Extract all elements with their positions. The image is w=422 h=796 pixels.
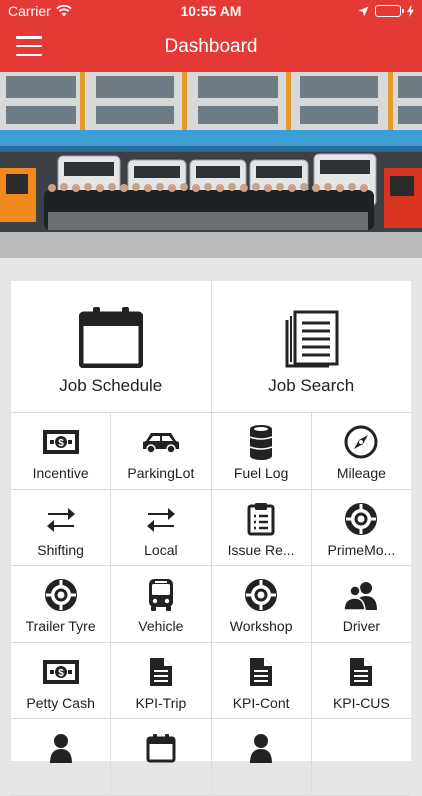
issue-report-label: Issue Re... — [227, 541, 295, 558]
svg-text:$: $ — [58, 668, 64, 679]
nav-bar: Dashboard — [0, 22, 422, 72]
kpi-cont-button[interactable]: KPI-Cont — [210, 642, 311, 718]
tile-row: Shifting Local Issue Re... PrimeMo... — [11, 489, 411, 566]
document-icon — [249, 655, 273, 689]
user-icon — [249, 731, 273, 765]
compass-icon — [344, 425, 378, 459]
tile-row: Trailer Tyre Vehicle Workshop Driver — [11, 566, 411, 643]
trailer-tyre-button[interactable]: Trailer Tyre — [11, 566, 110, 642]
primemover-button[interactable]: PrimeMo... — [310, 489, 411, 565]
shifting-button[interactable]: Shifting — [11, 490, 110, 566]
status-bar: Carrier 10:55 AM — [0, 0, 422, 22]
battery-icon — [375, 5, 404, 17]
document-list-icon — [283, 310, 339, 368]
hero-banner-image — [0, 72, 422, 258]
users-icon — [343, 578, 379, 612]
incentive-button[interactable]: $ Incentive — [11, 413, 110, 489]
kpi-trip-button[interactable]: KPI-Trip — [110, 642, 210, 718]
petty-cash-label: Petty Cash — [26, 694, 95, 711]
mileage-label: Mileage — [336, 465, 386, 481]
local-label: Local — [144, 541, 178, 558]
job-search-label: Job Search — [268, 376, 355, 395]
tile-row: $ Incentive ParkingLot Fuel Log Mileage — [11, 413, 411, 490]
tile-button-calendar[interactable] — [110, 719, 210, 795]
vehicle-button[interactable]: Vehicle — [110, 566, 210, 642]
user-icon — [49, 731, 73, 765]
local-button[interactable]: Local — [110, 489, 210, 565]
vehicle-label: Vehicle — [138, 618, 184, 634]
tyre-icon — [344, 502, 378, 536]
workshop-button[interactable]: Workshop — [210, 566, 311, 642]
trailer-tyre-label: Trailer Tyre — [25, 618, 96, 634]
fuel-barrel-icon — [248, 425, 274, 460]
primemover-label: PrimeMo... — [327, 541, 396, 558]
fuel-log-button[interactable]: Fuel Log — [210, 413, 311, 489]
mileage-button[interactable]: Mileage — [310, 413, 411, 489]
page-title: Dashboard — [164, 36, 258, 57]
kpi-trip-label: KPI-Trip — [135, 694, 187, 711]
hamburger-menu-button[interactable] — [16, 36, 42, 56]
dashboard-grid: Job Schedule Job Search $ Incentive Park… — [11, 281, 411, 796]
hamburger-icon-line — [16, 53, 42, 56]
job-search-button[interactable]: Job Search — [210, 281, 412, 412]
tyre-icon — [244, 578, 278, 612]
swap-arrows-icon — [146, 502, 176, 536]
tyre-icon — [44, 578, 78, 612]
location-arrow-icon — [358, 6, 369, 17]
swap-arrows-icon — [46, 502, 76, 536]
document-icon — [149, 655, 173, 689]
driver-button[interactable]: Driver — [310, 566, 411, 642]
tile-button-user[interactable] — [11, 719, 110, 795]
clipboard-icon — [247, 502, 275, 536]
cash-icon: $ — [42, 655, 80, 689]
svg-text:$: $ — [58, 438, 64, 449]
tile-row: $ Petty Cash KPI-Trip KPI-Cont KPI-CUS — [11, 642, 411, 719]
wifi-icon — [56, 5, 72, 17]
incentive-label: Incentive — [32, 465, 89, 481]
cash-icon: $ — [42, 425, 80, 459]
carrier-label: Carrier — [8, 3, 51, 19]
job-schedule-button[interactable]: Job Schedule — [11, 281, 211, 412]
car-icon — [142, 425, 180, 459]
tile-button-user[interactable] — [210, 719, 311, 795]
kpi-cont-label: KPI-Cont — [232, 694, 290, 711]
kpi-cus-button[interactable]: KPI-CUS — [310, 642, 411, 718]
hamburger-icon-line — [16, 44, 42, 48]
big-tile-row: Job Schedule Job Search — [11, 281, 411, 413]
workshop-label: Workshop — [229, 618, 293, 634]
document-icon — [349, 655, 373, 689]
calendar-icon — [146, 731, 176, 765]
parkinglot-label: ParkingLot — [127, 465, 195, 481]
petty-cash-button[interactable]: $ Petty Cash — [11, 643, 110, 719]
parkinglot-button[interactable]: ParkingLot — [110, 413, 210, 489]
shifting-label: Shifting — [37, 541, 84, 558]
bus-icon — [147, 578, 175, 612]
issue-report-button[interactable]: Issue Re... — [210, 489, 311, 565]
driver-label: Driver — [342, 618, 381, 634]
job-schedule-label: Job Schedule — [59, 376, 163, 395]
fuel-log-label: Fuel Log — [233, 465, 289, 481]
charging-bolt-icon — [407, 5, 414, 17]
hamburger-icon-line — [16, 36, 42, 39]
tile-row — [11, 719, 411, 796]
calendar-icon — [78, 306, 143, 368]
kpi-cus-label: KPI-CUS — [332, 694, 390, 711]
tile-button-empty[interactable] — [310, 719, 411, 795]
